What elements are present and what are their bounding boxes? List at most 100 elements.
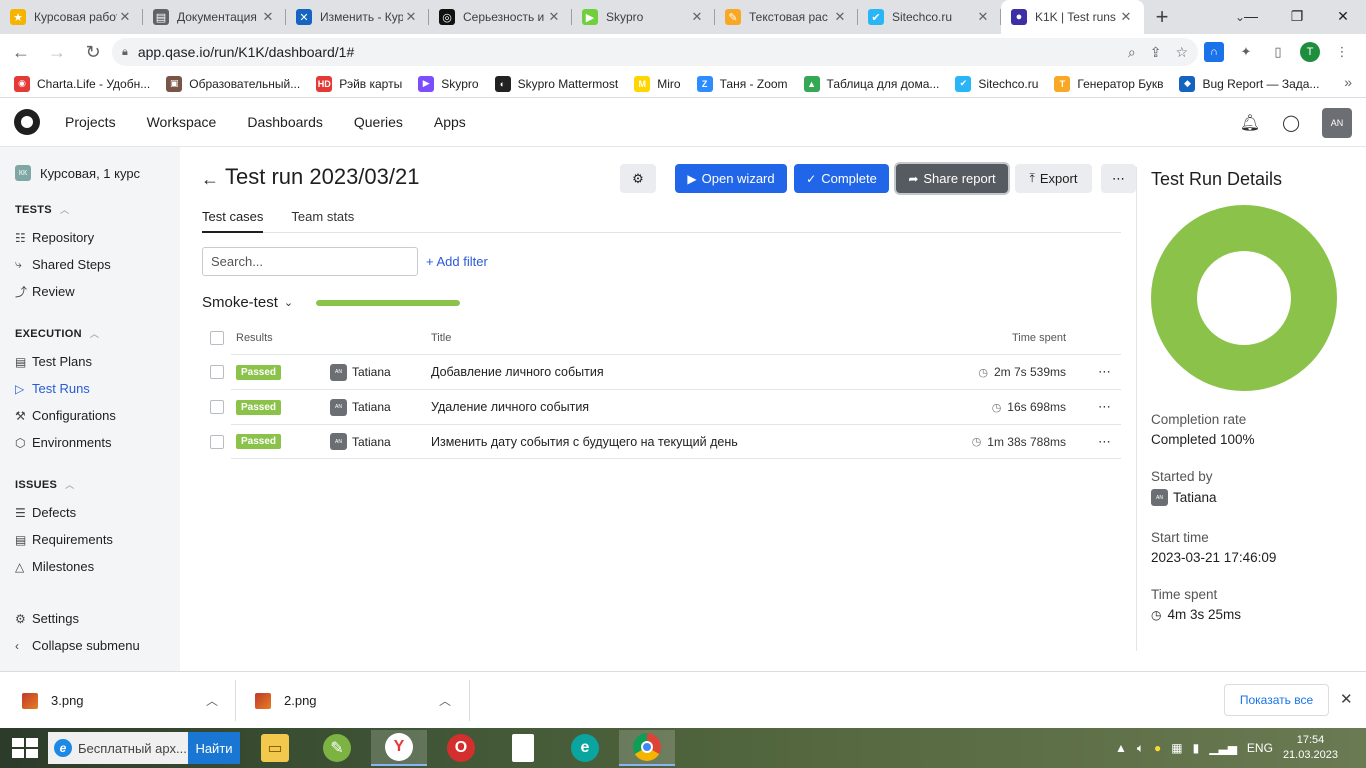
- sidebar-item-configurations[interactable]: ⚒ Configurations: [0, 402, 180, 429]
- bookmark-item[interactable]: ✔ Sitechco.ru: [955, 75, 1038, 92]
- bell-icon[interactable]: 🔔︎: [1240, 113, 1260, 133]
- back-arrow-icon[interactable]: ←: [201, 169, 219, 190]
- sidebar-item-repository[interactable]: ☷ Repository: [0, 224, 180, 251]
- browser-tab[interactable]: ✕ Изменить - Курс ✕: [286, 0, 429, 34]
- close-window-icon[interactable]: ✕: [1320, 0, 1366, 32]
- show-all-downloads-button[interactable]: Показать все: [1224, 684, 1329, 716]
- case-title[interactable]: Изменить дату события с будущего на теку…: [431, 435, 738, 449]
- more-actions-button[interactable]: ⋯: [1101, 164, 1136, 193]
- case-title[interactable]: Добавление личного события: [431, 365, 604, 379]
- collapse-submenu-button[interactable]: ‹ Collapse submenu: [0, 632, 180, 659]
- nav-queries[interactable]: Queries: [354, 114, 403, 130]
- row-checkbox[interactable]: [210, 435, 224, 449]
- taskbar-yandex[interactable]: Y: [371, 730, 427, 766]
- section-issues[interactable]: ISSUES ︿: [0, 478, 180, 491]
- browser-tab[interactable]: ★ Курсовая работа✕: [0, 0, 143, 34]
- nav-dashboards[interactable]: Dashboards: [247, 114, 323, 130]
- search-input[interactable]: [202, 247, 418, 276]
- taskbar-search-field[interactable]: e Бесплатный арх...: [48, 732, 188, 764]
- more-horizontal-icon[interactable]: ⋯: [1098, 434, 1112, 450]
- sidebar-item-shared-steps[interactable]: ⤷ Shared Steps: [0, 251, 180, 278]
- more-horizontal-icon[interactable]: ⋯: [1098, 364, 1112, 380]
- share-report-button[interactable]: ➦ Share report: [896, 164, 1008, 193]
- taskbar-edge[interactable]: e: [557, 730, 613, 766]
- chrome-menu-icon[interactable]: ⋮: [1332, 42, 1352, 62]
- browser-tab[interactable]: ▶ Skypro ✕: [572, 0, 715, 34]
- windows-start-icon[interactable]: [12, 738, 38, 758]
- forward-icon[interactable]: →: [42, 37, 72, 67]
- browser-tab[interactable]: ◎ Серьезность и ✕: [429, 0, 572, 34]
- bookmark-item[interactable]: ◆ Bug Report — Зада...: [1179, 75, 1319, 92]
- taskbar-explorer[interactable]: ▭: [247, 730, 303, 766]
- lock-icon[interactable]: 🔒︎: [122, 46, 128, 59]
- sidebar-item-requirements[interactable]: ▤ Requirements: [0, 526, 180, 553]
- bookmarks-overflow-icon[interactable]: »: [1344, 74, 1352, 90]
- tray-expand-icon[interactable]: ▲: [1115, 741, 1127, 755]
- extension-icon[interactable]: ∩: [1204, 42, 1224, 62]
- language-indicator[interactable]: ENG: [1247, 741, 1273, 755]
- tab-test-cases[interactable]: Test cases: [202, 209, 264, 233]
- close-tab-icon[interactable]: ✕: [117, 9, 133, 25]
- taskbar-find-button[interactable]: Найти: [188, 732, 240, 764]
- complete-button[interactable]: ✓ Complete: [794, 164, 889, 193]
- table-row[interactable]: Passed AN Tatiana Изменить дату события с б…: [210, 424, 1121, 459]
- sidebar-item-settings[interactable]: ⚙ Settings: [0, 605, 180, 632]
- close-tab-icon[interactable]: ✕: [975, 9, 991, 25]
- system-clock[interactable]: 17:54 21.03.2023: [1283, 733, 1338, 763]
- back-icon[interactable]: ←: [6, 37, 36, 67]
- bookmark-item[interactable]: ◐ Skypro Mattermost: [494, 75, 618, 92]
- row-checkbox[interactable]: [210, 365, 224, 379]
- bookmark-star-icon[interactable]: ☆: [1175, 44, 1188, 61]
- section-tests[interactable]: TESTS ︿: [0, 203, 180, 216]
- taskbar-chrome[interactable]: [619, 730, 675, 766]
- nav-apps[interactable]: Apps: [434, 114, 466, 130]
- export-button[interactable]: ⤒ Export: [1015, 164, 1092, 193]
- chevron-up-icon[interactable]: ︿: [439, 692, 451, 709]
- signal-icon[interactable]: ▁▃▅: [1209, 741, 1237, 755]
- suite-header[interactable]: Smoke-test ⌄: [202, 294, 293, 311]
- profile-avatar[interactable]: T: [1300, 42, 1320, 62]
- zoom-icon[interactable]: ⌕: [1128, 44, 1136, 61]
- close-tab-icon[interactable]: ✕: [546, 9, 562, 25]
- share-icon[interactable]: ⇪: [1150, 44, 1162, 61]
- chevron-up-icon[interactable]: ︿: [206, 692, 218, 709]
- sidebar-item-milestones[interactable]: △ Milestones: [0, 553, 180, 580]
- tab-team-stats[interactable]: Team stats: [291, 209, 354, 233]
- taskbar-opera[interactable]: O: [433, 730, 489, 766]
- bookmark-item[interactable]: T Генератор Букв: [1054, 75, 1163, 92]
- more-horizontal-icon[interactable]: ⋯: [1098, 399, 1112, 415]
- minimize-icon[interactable]: —: [1228, 0, 1274, 32]
- taskbar-notepad[interactable]: [495, 730, 551, 766]
- battery-icon[interactable]: ▮: [1193, 741, 1200, 755]
- table-row[interactable]: Passed AN Tatiana Удаление личного события ◷…: [210, 389, 1121, 424]
- reload-icon[interactable]: ↻: [78, 37, 108, 67]
- open-wizard-button[interactable]: ▶ Open wizard: [675, 164, 787, 193]
- sidebar-item-test-plans[interactable]: ▤ Test Plans: [0, 348, 180, 375]
- browser-tab[interactable]: ▤ Документация ✕: [143, 0, 286, 34]
- sidebar-item-review[interactable]: ⤴ Review: [0, 278, 180, 305]
- nav-workspace[interactable]: Workspace: [147, 114, 217, 130]
- sidebar-item-defects[interactable]: ☰ Defects: [0, 499, 180, 526]
- chat-icon[interactable]: ◯: [1282, 113, 1300, 133]
- close-tab-icon[interactable]: ✕: [1118, 9, 1134, 25]
- volume-icon[interactable]: 🔈︎: [1137, 741, 1144, 756]
- address-bar[interactable]: 🔒︎ app.qase.io/run/K1K/dashboard/1# ⌕ ⇪ …: [112, 38, 1198, 66]
- add-filter-link[interactable]: + Add filter: [426, 254, 488, 269]
- bookmark-item[interactable]: M Miro: [634, 75, 681, 92]
- bookmark-item[interactable]: ▶ Skypro: [418, 75, 479, 92]
- close-icon[interactable]: ✕: [1340, 690, 1353, 708]
- puzzle-icon[interactable]: ✦: [1236, 42, 1256, 62]
- close-tab-icon[interactable]: ✕: [689, 9, 705, 25]
- taskbar-app-green[interactable]: ✎: [309, 730, 365, 766]
- browser-tab[interactable]: ✎ Текстовая рас ✕: [715, 0, 858, 34]
- section-execution[interactable]: EXECUTION ︿: [0, 327, 180, 340]
- user-avatar[interactable]: AN: [1322, 107, 1352, 138]
- download-item[interactable]: 2.png ︿: [255, 672, 465, 729]
- bookmark-item[interactable]: HD Рэйв карты: [316, 75, 402, 92]
- select-all-checkbox[interactable]: [210, 331, 224, 345]
- bookmark-item[interactable]: ▣ Образовательный...: [166, 75, 300, 92]
- close-tab-icon[interactable]: ✕: [403, 9, 419, 25]
- network-icon[interactable]: ▦: [1171, 741, 1182, 755]
- case-title[interactable]: Удаление личного события: [431, 400, 589, 414]
- new-tab-button[interactable]: +: [1144, 0, 1180, 34]
